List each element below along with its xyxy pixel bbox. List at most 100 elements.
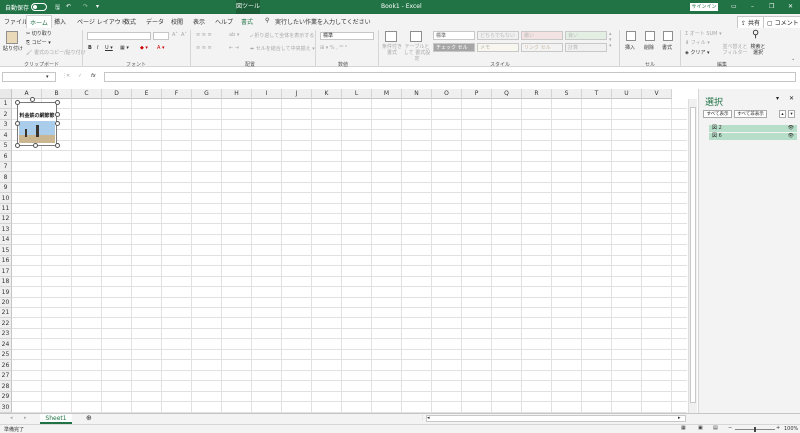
column-header[interactable]: H <box>222 89 252 99</box>
send-backward-icon[interactable]: ▾ <box>788 110 795 118</box>
prev-sheet-icon[interactable]: ◂ <box>10 415 13 421</box>
style-linked-cell[interactable]: リンク セル <box>521 43 563 52</box>
column-header[interactable]: B <box>42 89 72 99</box>
tab-formulas[interactable]: 数式 <box>124 17 136 26</box>
undo-icon[interactable]: ↶ <box>66 3 71 10</box>
row-header[interactable]: 14 <box>0 235 12 245</box>
row-header[interactable]: 21 <box>0 308 12 318</box>
cancel-entry-icon[interactable]: ✕ <box>66 73 70 79</box>
row-header[interactable]: 27 <box>0 371 12 381</box>
minimize-icon[interactable]: – <box>751 3 754 10</box>
row-header[interactable]: 10 <box>0 193 12 204</box>
delete-icon[interactable] <box>645 31 655 41</box>
row-header[interactable]: 20 <box>0 298 12 308</box>
shrink-font-icon[interactable]: A˅ <box>181 32 187 38</box>
row-header[interactable]: 22 <box>0 318 12 329</box>
cut-button[interactable]: ✂ 切り取り <box>26 30 52 37</box>
style-normal[interactable]: 標準 <box>433 31 475 40</box>
row-header[interactable]: 11 <box>0 204 12 214</box>
page-break-view-icon[interactable]: ▤ <box>713 425 718 431</box>
resize-handle-ne2[interactable] <box>55 112 60 117</box>
font-color-icon[interactable]: A ▾ <box>157 45 165 51</box>
horizontal-scrollbar[interactable] <box>426 415 686 422</box>
row-header[interactable]: 12 <box>0 214 12 224</box>
resize-handle-e[interactable] <box>55 121 60 126</box>
style-calculation[interactable]: 計算 <box>565 43 607 52</box>
resize-handle-nw[interactable] <box>15 100 20 105</box>
column-header[interactable]: G <box>192 89 222 99</box>
signin-button[interactable]: サインイン <box>690 3 718 11</box>
row-header[interactable]: 5 <box>0 141 12 151</box>
enter-entry-icon[interactable]: ✓ <box>78 73 82 79</box>
row-header[interactable]: 23 <box>0 329 12 339</box>
align-top-icon[interactable]: ≡ ≡ ≡ <box>196 32 212 38</box>
row-header[interactable]: 19 <box>0 287 12 298</box>
column-header[interactable]: F <box>162 89 192 99</box>
format-button[interactable]: 書式 <box>662 44 672 51</box>
row-header[interactable]: 15 <box>0 245 12 256</box>
delete-button[interactable]: 削除 <box>644 44 654 51</box>
row-header[interactable]: 7 <box>0 162 12 172</box>
copy-button[interactable]: ⎘ コピー ▾ <box>26 39 51 46</box>
bold-button[interactable]: B <box>88 45 92 51</box>
underline-button[interactable]: U ▾ <box>105 45 113 51</box>
paste-button[interactable]: 貼り付け <box>3 45 23 52</box>
style-note[interactable]: メモ <box>477 43 519 52</box>
redo-icon[interactable]: ↷ <box>83 3 88 10</box>
visibility-eye-icon[interactable]: 👁 <box>788 125 794 132</box>
row-header[interactable]: 18 <box>0 277 12 287</box>
sort-filter-button[interactable]: 並べ替えと フィルター <box>722 44 748 56</box>
font-name-box[interactable] <box>87 32 151 40</box>
row-header[interactable]: 30 <box>0 402 12 413</box>
collapse-ribbon-icon[interactable]: ˄ <box>792 59 795 65</box>
style-check-cell[interactable]: チェック セル <box>433 43 475 52</box>
resize-handle-se[interactable] <box>55 143 60 148</box>
row-header[interactable]: 9 <box>0 183 12 193</box>
zoom-level[interactable]: 100% <box>784 426 798 432</box>
tab-review[interactable]: 校閲 <box>171 17 183 26</box>
column-header[interactable]: Q <box>492 89 522 99</box>
row-header[interactable]: 2 <box>0 109 12 120</box>
visibility-eye-icon[interactable]: 👁 <box>788 133 794 140</box>
tab-home[interactable]: ホーム <box>26 15 52 28</box>
column-header[interactable]: M <box>372 89 402 99</box>
row-header[interactable]: 26 <box>0 360 12 371</box>
new-sheet-button[interactable]: ⊕ <box>86 414 92 422</box>
find-select-button[interactable]: 検索と 選択 <box>749 44 767 56</box>
column-header[interactable]: E <box>132 89 162 99</box>
tab-page-layout[interactable]: ページ レイアウト <box>77 17 127 26</box>
picture[interactable]: 料金鉄の網節節 <box>17 102 57 146</box>
vertical-scrollbar[interactable] <box>688 99 697 413</box>
column-header[interactable]: N <box>402 89 432 99</box>
customize-qat-icon[interactable]: ▾ <box>96 3 99 10</box>
column-header[interactable]: C <box>72 89 102 99</box>
orientation-icon[interactable]: ab ▾ <box>229 32 239 38</box>
resize-handle-ne[interactable] <box>55 100 60 105</box>
row-header[interactable]: 24 <box>0 339 12 350</box>
insert-function-button[interactable]: fx <box>91 73 96 79</box>
format-painter-button[interactable]: 🖌 書式のコピー/貼り付け <box>26 49 86 56</box>
row-header[interactable]: 17 <box>0 266 12 277</box>
column-header[interactable]: V <box>642 89 672 99</box>
row-header[interactable]: 6 <box>0 151 12 162</box>
column-header[interactable]: D <box>102 89 132 99</box>
row-header[interactable]: 1 <box>0 99 12 109</box>
autosum-button[interactable]: Σ オート SUM ▾ <box>685 30 722 37</box>
font-size-box[interactable] <box>153 32 169 40</box>
column-header[interactable]: U <box>612 89 642 99</box>
number-format-icons[interactable]: ⊞ ▾ % , ⁰⁰ ⁰ <box>320 45 347 51</box>
formula-input[interactable] <box>104 72 796 82</box>
paste-icon[interactable] <box>6 31 18 44</box>
hide-all-button[interactable]: すべて非表示 <box>734 110 767 118</box>
resize-handle-w[interactable] <box>15 121 20 126</box>
close-icon[interactable]: ✕ <box>788 3 793 10</box>
row-header[interactable]: 25 <box>0 350 12 360</box>
pane-item-picture-6[interactable]: 図 6 👁 <box>709 133 797 140</box>
tab-data[interactable]: データ <box>146 17 164 26</box>
column-header[interactable]: I <box>252 89 282 99</box>
table-format-icon[interactable] <box>410 31 422 42</box>
column-header[interactable]: L <box>342 89 372 99</box>
name-box-dropdown-icon[interactable]: ▾ <box>46 74 49 80</box>
merge-button[interactable]: ⬌ セルを結合して中央揃え ▾ <box>250 45 315 52</box>
ribbon-display-icon[interactable]: ▭ <box>731 3 737 10</box>
